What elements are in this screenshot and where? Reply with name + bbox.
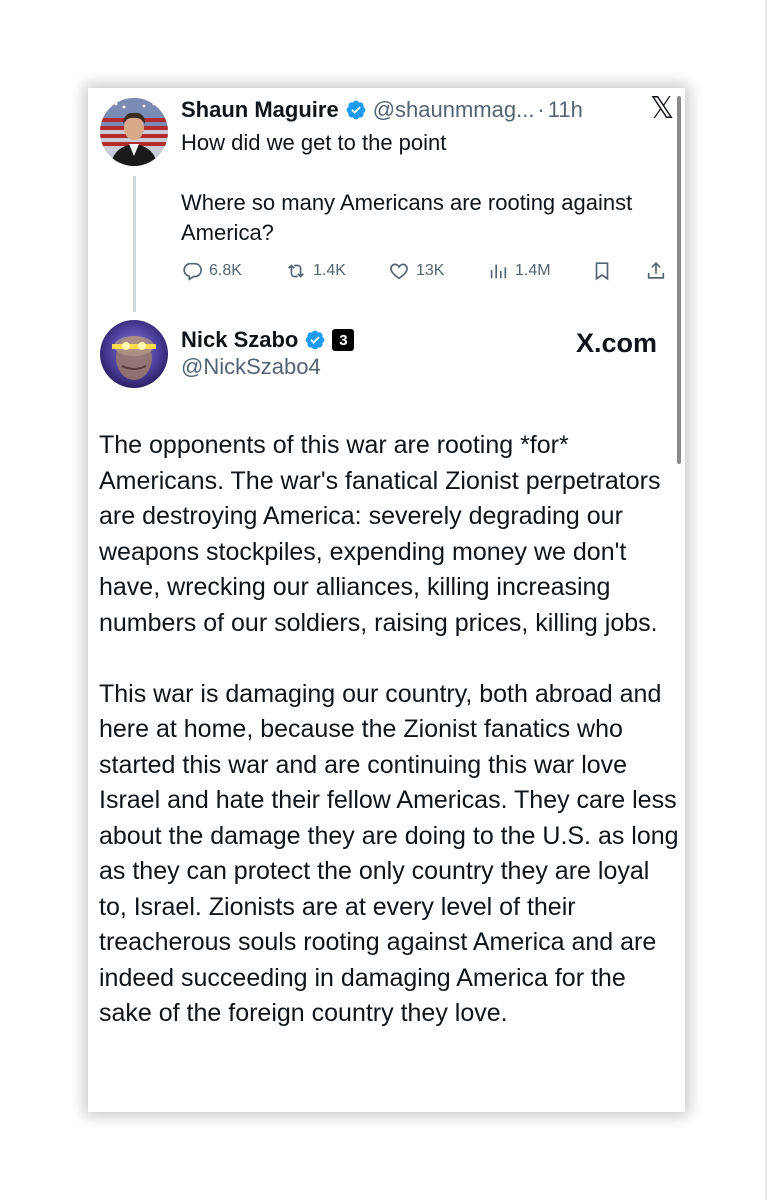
tweet2-paragraph: This war is damaging our country, both a… bbox=[99, 679, 679, 1028]
tweet1-text: How did we get to the point Where so man… bbox=[181, 130, 633, 245]
tweet1-author-name[interactable]: Shaun Maguire bbox=[181, 97, 339, 123]
views-icon bbox=[490, 264, 507, 279]
share-icon bbox=[647, 262, 665, 279]
reply-button[interactable]: 6.8K bbox=[181, 260, 242, 282]
tweet2-header: Nick Szabo 3 bbox=[181, 326, 355, 354]
verified-badge-icon bbox=[305, 330, 325, 350]
scrollbar[interactable] bbox=[677, 96, 681, 464]
share-button[interactable] bbox=[645, 260, 667, 282]
like-icon bbox=[390, 263, 408, 280]
tweet2-body: The opponents of this war are rooting *f… bbox=[99, 428, 679, 1032]
reply-icon bbox=[183, 262, 202, 281]
x-com-watermark: X.com bbox=[576, 328, 658, 358]
views-button[interactable]: 1.4M bbox=[487, 260, 551, 282]
avatar-nick-szabo[interactable] bbox=[100, 320, 168, 388]
avatar-shaun-maguire[interactable] bbox=[100, 98, 168, 166]
screenshot-edge-divider bbox=[765, 0, 767, 1200]
repost-count: 1.4K bbox=[313, 262, 346, 279]
tweet1-handle[interactable]: @shaunmmag... bbox=[373, 97, 535, 123]
tweet2-author-name[interactable]: Nick Szabo bbox=[181, 327, 298, 353]
like-count: 13K bbox=[416, 262, 445, 279]
thread-connector-line bbox=[133, 176, 136, 312]
x-logo-icon: 𝕏 bbox=[650, 91, 675, 126]
tweet1-separator: · bbox=[537, 97, 545, 122]
views-count: 1.4M bbox=[515, 262, 551, 279]
repost-icon bbox=[288, 264, 304, 278]
tweet1-header: Shaun Maguire @shaunmmag... · 11h bbox=[181, 96, 583, 124]
affiliate-badge: 3 bbox=[332, 329, 355, 351]
verified-badge-icon bbox=[346, 100, 366, 120]
tweet1-timestamp[interactable]: 11h bbox=[548, 97, 583, 123]
bookmark-icon bbox=[595, 262, 609, 281]
reply-count: 6.8K bbox=[209, 262, 242, 279]
like-button[interactable]: 13K bbox=[388, 260, 444, 282]
tweet1-action-bar: 6.8K 1.4K 13K 1.4M bbox=[181, 260, 671, 286]
tweet-card: 𝕏 Shaun Maguire @shaunmmag... · 11h How … bbox=[88, 88, 685, 1112]
repost-button[interactable]: 1.4K bbox=[285, 260, 346, 282]
bookmark-button[interactable] bbox=[591, 260, 613, 282]
tweet2-paragraph: The opponents of this war are rooting *f… bbox=[99, 431, 661, 637]
tweet2-handle[interactable]: @NickSzabo4 bbox=[181, 354, 321, 380]
